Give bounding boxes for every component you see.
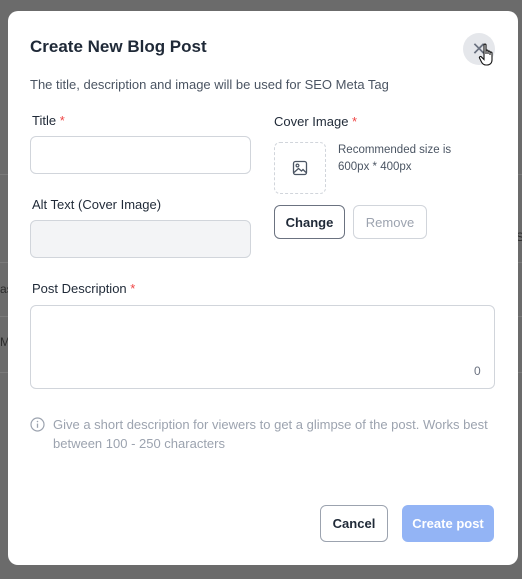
info-icon <box>30 417 45 432</box>
modal-title: Create New Blog Post <box>30 37 207 56</box>
required-mark: * <box>59 113 65 128</box>
hand-cursor-icon <box>478 43 493 66</box>
cover-image-placeholder[interactable] <box>274 142 326 194</box>
cover-image-label: Cover Image * <box>274 114 358 129</box>
cover-image-size-hint: Recommended size is 600px * 400px <box>338 144 452 173</box>
required-mark: * <box>352 114 358 129</box>
create-blog-post-modal: Create New Blog Post ✕ The title, descri… <box>8 11 518 565</box>
cancel-button[interactable]: Cancel <box>320 505 388 542</box>
alt-text-input[interactable] <box>30 220 251 258</box>
post-description-label: Post Description * <box>32 281 136 296</box>
title-input[interactable] <box>30 136 251 174</box>
title-label: Title * <box>32 113 65 128</box>
description-hint: Give a short description for viewers to … <box>53 417 488 451</box>
required-mark: * <box>130 281 136 296</box>
character-counter: 0 <box>474 364 481 378</box>
alt-text-label: Alt Text (Cover Image) <box>32 197 162 212</box>
image-icon <box>292 160 308 176</box>
modal-subtitle: The title, description and image will be… <box>30 77 389 92</box>
change-image-button[interactable]: Change <box>274 205 345 239</box>
remove-image-button[interactable]: Remove <box>353 205 427 239</box>
post-description-textarea[interactable] <box>30 305 495 389</box>
create-post-button[interactable]: Create post <box>402 505 494 542</box>
